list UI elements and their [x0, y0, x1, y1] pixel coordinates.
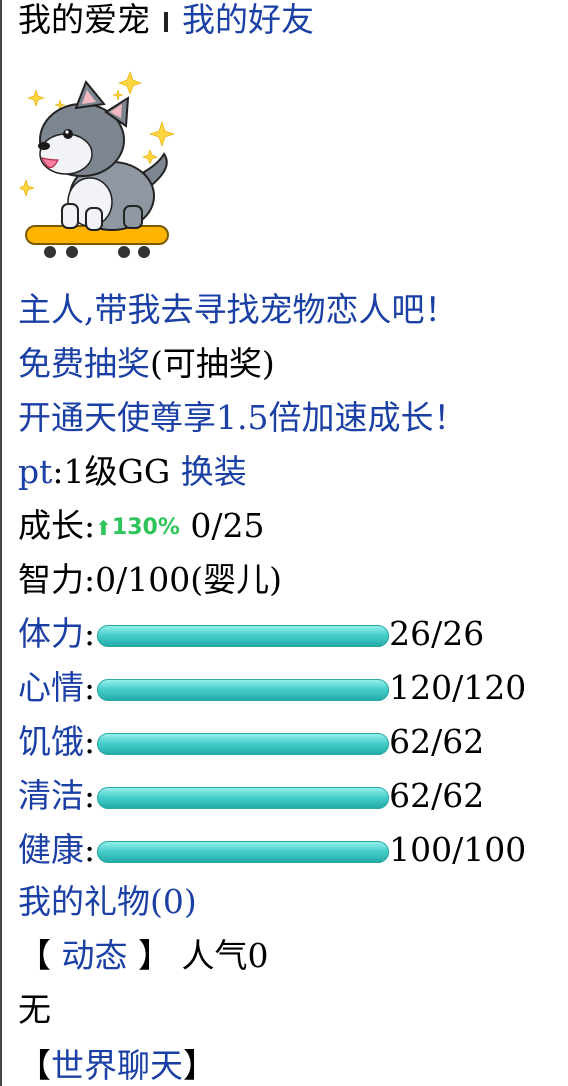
pet-image[interactable] — [17, 70, 190, 270]
bracket-close: 】 — [137, 936, 171, 975]
page-left-border — [0, 0, 2, 1086]
stat-label[interactable]: 体力 — [18, 614, 84, 653]
stat-colon: : — [84, 776, 96, 815]
gifts-row: 我的礼物(0) — [18, 882, 197, 922]
intellect-text: 智力:0/100(婴儿) — [18, 560, 282, 599]
dress-up-link[interactable]: 换装 — [181, 452, 247, 491]
top-tabs: 我的爱宠 我的好友 — [18, 0, 314, 40]
find-lover-row: 主人,带我去寻找宠物恋人吧！ — [18, 290, 458, 330]
stat-row: 清洁: 62/62 — [18, 776, 484, 816]
stat-row: 体力: 26/26 — [18, 614, 484, 654]
growth-row: 成长:⬆130% 0/25 — [18, 506, 264, 546]
world-chat-row: 【世界聊天】 — [18, 1046, 216, 1086]
dynamics-content: 无 — [18, 990, 51, 1029]
tab-separator — [164, 12, 168, 32]
husky-on-skateboard-icon — [17, 71, 175, 258]
stat-label[interactable]: 饥饿 — [18, 722, 84, 761]
stat-value: 120/120 — [389, 668, 527, 707]
growth-value: 0/25 — [190, 506, 265, 545]
dynamics-content-row: 无 — [18, 990, 51, 1030]
stat-row: 饥饿: 62/62 — [18, 722, 484, 762]
bracket-open: 【 — [18, 936, 51, 975]
tab-my-friends[interactable]: 我的好友 — [182, 0, 314, 39]
find-lover-link[interactable]: 主人,带我去寻找宠物恋人吧！ — [18, 290, 458, 329]
angel-row: 开通天使尊享1.5倍加速成长！ — [18, 398, 466, 438]
stat-row: 健康: 100/100 — [18, 830, 526, 870]
angel-upgrade-link[interactable]: 开通天使尊享1.5倍加速成长！ — [18, 398, 466, 437]
stat-value: 62/62 — [389, 722, 485, 761]
pet-level: :1级GG — [52, 452, 171, 491]
lottery-status: (可抽奖) — [150, 344, 275, 383]
intellect-row: 智力:0/100(婴儿) — [18, 560, 282, 600]
stat-colon: : — [84, 830, 96, 869]
stat-value: 100/100 — [389, 830, 527, 869]
stat-value: 62/62 — [389, 776, 485, 815]
stat-row: 心情: 120/120 — [18, 668, 526, 708]
stat-colon: : — [84, 722, 96, 761]
growth-rate: 130% — [111, 515, 180, 540]
dynamics-row: 【 动态 】 人气0 — [18, 936, 268, 976]
stat-label[interactable]: 心情 — [18, 668, 84, 707]
bracket-open: 【 — [18, 1046, 51, 1085]
free-lottery-link[interactable]: 免费抽奖 — [18, 344, 150, 383]
stat-label[interactable]: 健康 — [18, 830, 84, 869]
stat-colon: : — [84, 668, 96, 707]
stat-bar — [97, 733, 390, 755]
tab-my-pet: 我的爱宠 — [18, 0, 150, 39]
popularity-text: 人气0 — [181, 936, 269, 975]
stat-bar — [97, 787, 390, 809]
stat-value: 26/26 — [389, 614, 485, 653]
pet-level-row: pt:1级GG 换装 — [18, 452, 247, 492]
stat-label[interactable]: 清洁 — [18, 776, 84, 815]
world-chat-link[interactable]: 世界聊天 — [51, 1046, 183, 1085]
growth-label: 成长: — [18, 506, 96, 545]
lottery-row: 免费抽奖(可抽奖) — [18, 344, 275, 384]
up-arrow-icon: ⬆ — [95, 516, 112, 540]
stat-bar — [97, 679, 390, 701]
stat-colon: : — [84, 614, 96, 653]
dynamics-link[interactable]: 动态 — [51, 936, 138, 975]
my-gifts-link[interactable]: 我的礼物(0) — [18, 882, 197, 921]
pt-link[interactable]: pt — [18, 452, 52, 491]
bracket-close: 】 — [183, 1046, 216, 1085]
stat-bar — [97, 841, 390, 863]
stat-bar — [97, 625, 390, 647]
